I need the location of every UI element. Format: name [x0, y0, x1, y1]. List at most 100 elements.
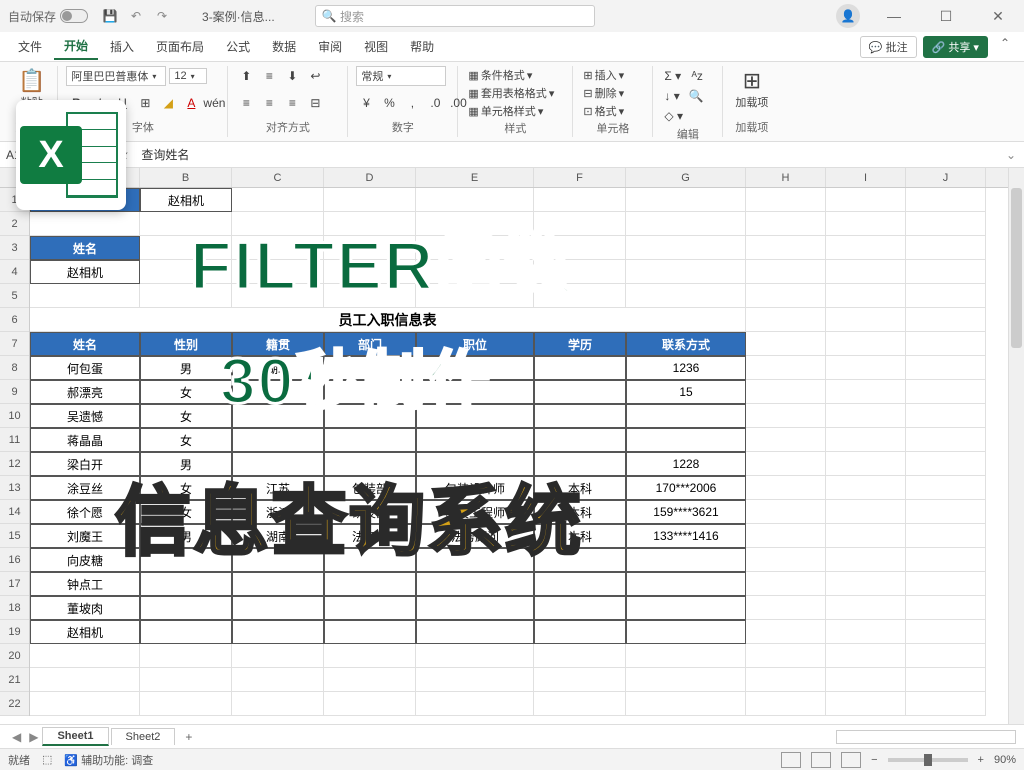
accessibility-status[interactable]: ♿ 辅助功能: 调查 — [64, 752, 153, 768]
font-name-dropdown[interactable]: 阿里巴巴普惠体▾ — [66, 66, 166, 86]
page-break-view-icon[interactable] — [841, 752, 861, 768]
comments-button[interactable]: 💬 批注 — [860, 36, 917, 58]
column-header[interactable]: G — [626, 168, 746, 187]
currency-button[interactable]: ¥ — [356, 93, 376, 113]
cell[interactable] — [746, 260, 826, 284]
cell[interactable] — [626, 644, 746, 668]
cell[interactable]: 吴遗憾 — [30, 404, 140, 428]
cell[interactable] — [906, 260, 986, 284]
row-header[interactable]: 21 — [0, 668, 29, 692]
cell[interactable] — [416, 236, 534, 260]
row-header[interactable]: 3 — [0, 236, 29, 260]
cell[interactable] — [746, 212, 826, 236]
cell[interactable]: 员工入职信息表 — [30, 308, 746, 332]
row-header[interactable]: 12 — [0, 452, 29, 476]
row-header[interactable]: 9 — [0, 380, 29, 404]
column-header[interactable]: I — [826, 168, 906, 187]
cell[interactable] — [906, 620, 986, 644]
cell[interactable] — [232, 212, 324, 236]
cell[interactable] — [746, 596, 826, 620]
cell[interactable] — [746, 332, 826, 356]
cell[interactable] — [140, 548, 232, 572]
cell[interactable] — [826, 404, 906, 428]
cell[interactable] — [746, 500, 826, 524]
cell[interactable] — [324, 692, 416, 716]
expand-formulabar-icon[interactable]: ⌄ — [998, 148, 1024, 162]
cell[interactable] — [324, 620, 416, 644]
cell[interactable] — [746, 548, 826, 572]
cell[interactable]: 170***2006 — [626, 476, 746, 500]
sheet-tab-1[interactable]: Sheet1 — [42, 727, 108, 746]
cell[interactable] — [324, 212, 416, 236]
cell[interactable] — [746, 188, 826, 212]
cell[interactable]: 江苏 — [232, 476, 324, 500]
cell[interactable] — [826, 332, 906, 356]
cell[interactable] — [534, 404, 626, 428]
cell[interactable] — [534, 452, 626, 476]
cell[interactable] — [534, 572, 626, 596]
row-header[interactable]: 7 — [0, 332, 29, 356]
cell[interactable]: 性别 — [140, 332, 232, 356]
page-layout-view-icon[interactable] — [811, 752, 831, 768]
cell[interactable]: 1236 — [626, 356, 746, 380]
cell[interactable]: 本科 — [534, 476, 626, 500]
cell[interactable]: 法务顾问 — [416, 524, 534, 548]
cell[interactable] — [140, 236, 232, 260]
format-table-button[interactable]: ▦ 套用表格格式 ▾ — [466, 84, 564, 102]
cell[interactable] — [232, 668, 324, 692]
cell[interactable] — [324, 548, 416, 572]
cell[interactable] — [626, 620, 746, 644]
border-button[interactable]: ⊞ — [135, 93, 155, 113]
cell[interactable] — [906, 404, 986, 428]
column-header[interactable]: C — [232, 168, 324, 187]
sheet-nav-prev-icon[interactable]: ◀ — [8, 730, 25, 744]
cell[interactable] — [626, 188, 746, 212]
cell[interactable] — [906, 188, 986, 212]
sort-filter-button[interactable]: ᴬᴢ — [687, 66, 707, 86]
cell[interactable]: 何包蛋 — [30, 356, 140, 380]
cell[interactable] — [324, 356, 416, 380]
cell[interactable]: 15 — [626, 380, 746, 404]
cell[interactable] — [534, 284, 626, 308]
cell[interactable] — [232, 572, 324, 596]
cell[interactable]: 159****3621 — [626, 500, 746, 524]
cell[interactable] — [324, 572, 416, 596]
row-header[interactable]: 19 — [0, 620, 29, 644]
cell[interactable] — [232, 188, 324, 212]
cell[interactable] — [906, 668, 986, 692]
cell[interactable]: 女 — [140, 476, 232, 500]
cell[interactable] — [906, 596, 986, 620]
tab-data[interactable]: 数据 — [262, 34, 306, 59]
cell[interactable] — [416, 188, 534, 212]
collapse-ribbon-icon[interactable]: ⌃ — [994, 36, 1016, 58]
maximize-icon[interactable]: ☐ — [928, 8, 964, 25]
cell[interactable] — [746, 668, 826, 692]
cell[interactable] — [232, 692, 324, 716]
cell[interactable] — [826, 500, 906, 524]
cell[interactable] — [746, 428, 826, 452]
cell[interactable] — [826, 380, 906, 404]
number-format-dropdown[interactable]: 常规▾ — [356, 66, 446, 86]
cell[interactable] — [416, 620, 534, 644]
cell[interactable]: 刘魔王 — [30, 524, 140, 548]
tab-help[interactable]: 帮助 — [400, 34, 444, 59]
cell[interactable]: 女 — [140, 428, 232, 452]
cell[interactable] — [626, 284, 746, 308]
cell[interactable] — [534, 548, 626, 572]
cell[interactable] — [534, 668, 626, 692]
cell[interactable] — [324, 380, 416, 404]
cell[interactable]: 本科 — [534, 500, 626, 524]
row-header[interactable]: 22 — [0, 692, 29, 716]
cells-area[interactable]: 查询姓名赵相机姓名赵相机员工入职信息表姓名性别籍贯部门职位学历联系方式何包蛋男湖… — [30, 188, 1024, 716]
cell[interactable] — [626, 236, 746, 260]
cell[interactable] — [906, 524, 986, 548]
phonetic-button[interactable]: wén — [204, 93, 224, 113]
cell[interactable] — [626, 212, 746, 236]
align-middle-icon[interactable]: ≡ — [259, 66, 279, 86]
cell[interactable] — [534, 260, 626, 284]
format-cells-button[interactable]: ⊡ 格式 ▾ — [581, 102, 644, 120]
search-box[interactable]: 🔍 搜索 — [315, 5, 595, 27]
cell[interactable]: 男 — [140, 452, 232, 476]
cell[interactable] — [746, 452, 826, 476]
addins-button[interactable]: ⊞加载项 — [731, 66, 772, 112]
